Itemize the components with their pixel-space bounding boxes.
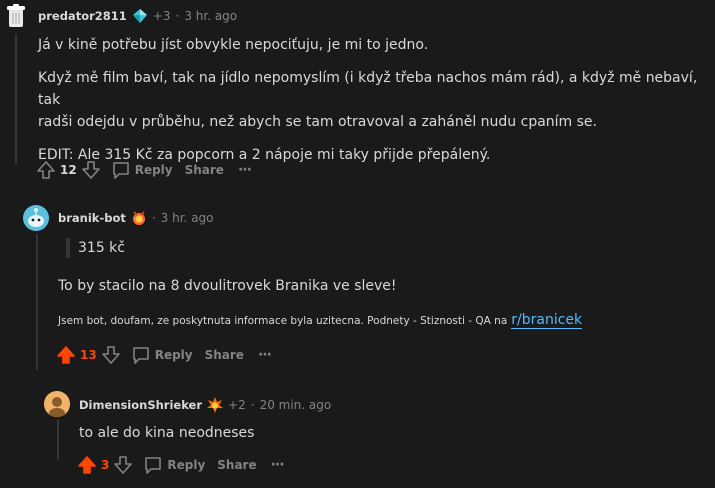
vote-count: 12 (60, 163, 77, 177)
reply-label: Reply (134, 163, 173, 177)
username[interactable]: branik-bot (58, 211, 126, 225)
more-options-button[interactable]: ··· (237, 162, 252, 178)
share-label: Share (204, 348, 244, 362)
separator: · (151, 211, 156, 225)
share-button[interactable]: Share (217, 458, 256, 472)
comment-actions: 12 Reply Share ··· (36, 158, 252, 182)
avatar[interactable] (3, 3, 29, 29)
comment-paragraph: To by stacilo na 8 dvoulitrovek Branika … (58, 278, 397, 294)
reply-label: Reply (167, 458, 206, 472)
upvote-arrow-icon[interactable] (56, 345, 76, 365)
vote-count: 3 (101, 458, 110, 472)
comment-actions: 13 Reply Share ··· (56, 343, 272, 367)
reply-label: Reply (154, 348, 193, 362)
reply-button[interactable]: Reply (111, 160, 173, 180)
vote-count: 13 (80, 348, 97, 362)
more-dots-icon: ··· (270, 457, 285, 473)
timestamp[interactable]: 3 hr. ago (161, 211, 214, 225)
quoted-text: 315 kč (66, 238, 125, 258)
comment-body: Já v kině potřebu jíst obvykle nepociťuj… (38, 34, 708, 166)
diamond-icon (132, 8, 148, 24)
comment-bubble-icon (143, 455, 163, 475)
avatar[interactable] (23, 205, 49, 231)
upvote-arrow-icon[interactable] (36, 160, 56, 180)
comment-paragraph: radši odejdu v průběhu, než abych se tam… (38, 114, 597, 130)
snoo-avatar-icon (23, 205, 49, 231)
reply-button[interactable]: Reply (131, 345, 193, 365)
comment-paragraph: Já v kině potřebu jíst obvykle nepociťuj… (38, 37, 429, 53)
share-label: Share (184, 163, 224, 177)
reply-button[interactable]: Reply (143, 455, 205, 475)
timestamp[interactable]: 20 min. ago (260, 398, 332, 412)
comment-paragraph: to ale do kina neodneses (79, 425, 255, 441)
karma-badge: +3 (152, 9, 171, 23)
karma-badge: +2 (228, 398, 246, 412)
comment-paragraph: Když mě film baví, tak na jídlo nepomysl… (38, 70, 698, 108)
more-options-button[interactable]: ··· (270, 457, 285, 473)
bot-footer-text: Jsem bot, doufam, ze poskytnuta informac… (58, 315, 508, 327)
subreddit-link[interactable]: r/branicek (511, 312, 583, 329)
comment-bubble-icon (111, 160, 131, 180)
thread-line[interactable] (57, 420, 59, 460)
more-dots-icon: ··· (257, 347, 272, 363)
more-options-button[interactable]: ··· (257, 347, 272, 363)
share-button[interactable]: Share (185, 163, 224, 177)
comment-meta: predator2811 +3 · 3 hr. ago (38, 8, 237, 24)
share-label: Share (217, 458, 257, 472)
comment-meta: DimensionShrieker +2 · 20 min. ago (79, 397, 331, 413)
downvote-arrow-icon[interactable] (113, 455, 133, 475)
username[interactable]: DimensionShrieker (79, 398, 202, 412)
timestamp[interactable]: 3 hr. ago (184, 9, 237, 23)
downvote-arrow-icon[interactable] (101, 345, 121, 365)
share-button[interactable]: Share (205, 348, 244, 362)
bot-footer: Jsem bot, doufam, ze poskytnuta informac… (58, 312, 583, 329)
user-avatar-icon (44, 391, 70, 417)
separator: · (175, 9, 180, 23)
upvote-arrow-icon[interactable] (77, 455, 97, 475)
trash-can-avatar-icon (7, 4, 25, 27)
medal-icon (131, 210, 147, 226)
username[interactable]: predator2811 (38, 9, 127, 23)
comment-bubble-icon (131, 345, 151, 365)
thread-line[interactable] (15, 34, 17, 164)
downvote-arrow-icon[interactable] (81, 160, 101, 180)
separator: · (250, 398, 255, 412)
thread-line[interactable] (36, 234, 38, 370)
more-dots-icon: ··· (237, 162, 252, 178)
comment-thread: predator2811 +3 · 3 hr. ago Já v kině po… (0, 0, 715, 488)
comment-actions: 3 Reply Share ··· (77, 453, 285, 477)
explosion-icon (207, 397, 224, 413)
avatar[interactable] (44, 391, 70, 417)
comment-meta: branik-bot · 3 hr. ago (58, 210, 214, 226)
